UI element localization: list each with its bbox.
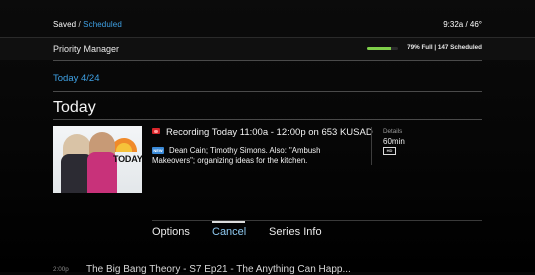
details-label: Details	[383, 128, 403, 135]
date-tab-today[interactable]: Today 4/24	[53, 73, 99, 84]
storage-meter	[367, 47, 398, 50]
top-bar: Saved / Scheduled 9:32a / 46°	[0, 0, 535, 38]
recording-info: Recording Today 11:00a - 12:00p on 653 K…	[166, 127, 373, 138]
duration-value: 60min	[383, 137, 405, 146]
options-button[interactable]: Options	[152, 226, 190, 238]
details-divider	[371, 127, 372, 165]
selected-action-indicator	[212, 221, 245, 223]
cancel-button[interactable]: Cancel	[212, 226, 246, 238]
section-divider	[53, 119, 482, 120]
breadcrumb-scheduled: Scheduled	[83, 20, 122, 29]
breadcrumb: Saved / Scheduled	[53, 20, 122, 29]
storage-usage-text: 79% Full | 147 Scheduled	[407, 44, 482, 51]
priority-divider	[53, 60, 482, 61]
section-title: Today	[53, 99, 96, 116]
storage-meter-fill	[367, 47, 392, 50]
hd-badge: HD	[383, 147, 396, 155]
record-icon	[152, 128, 160, 134]
priority-manager-title[interactable]: Priority Manager	[53, 44, 119, 54]
next-item-title[interactable]: The Big Bang Theory - S7 Ep21 - The Anyt…	[86, 264, 351, 275]
series-info-button[interactable]: Series Info	[269, 226, 322, 238]
program-description: Dean Cain; Timothy Simons. Also: "Ambush…	[152, 146, 321, 165]
program-thumbnail: TODAY	[53, 126, 142, 193]
breadcrumb-saved[interactable]: Saved	[53, 20, 76, 29]
date-divider	[53, 91, 482, 92]
thumbnail-logo: TODAY	[113, 154, 142, 164]
actions-divider	[152, 220, 482, 221]
clock-weather: 9:32a / 46°	[443, 20, 482, 29]
breadcrumb-separator: /	[78, 20, 81, 29]
